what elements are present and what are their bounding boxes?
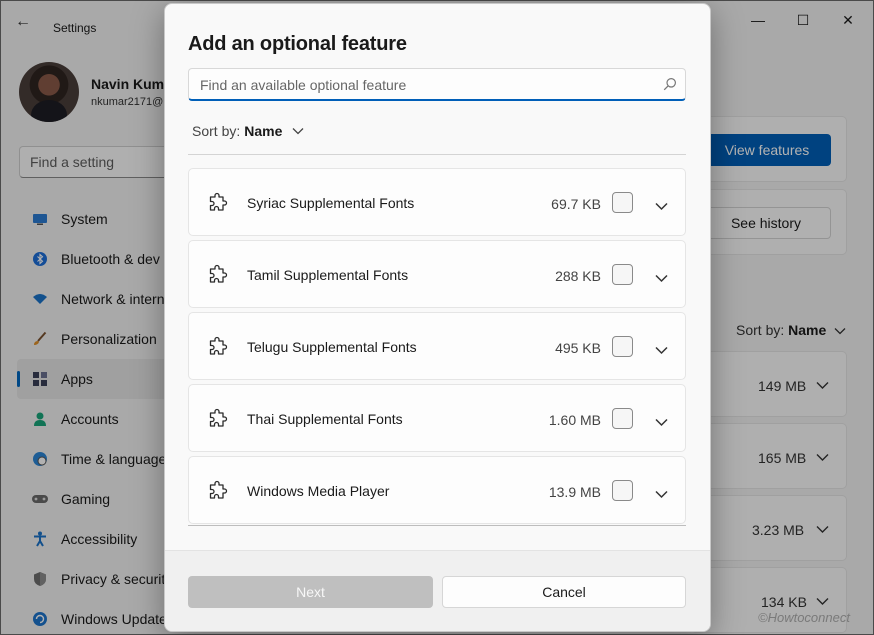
- feature-checkbox[interactable]: [612, 264, 633, 285]
- list-divider: [188, 154, 686, 155]
- feature-row[interactable]: Syriac Supplemental Fonts 69.7 KB: [188, 168, 686, 236]
- feature-row[interactable]: Telugu Supplemental Fonts 495 KB: [188, 312, 686, 380]
- feature-size: 288 KB: [555, 268, 601, 284]
- feature-size: 495 KB: [555, 340, 601, 356]
- next-button[interactable]: Next: [188, 576, 433, 608]
- feature-list: Syriac Supplemental Fonts 69.7 KB Tamil Su…: [188, 168, 686, 525]
- feature-name: Telugu Supplemental Fonts: [247, 339, 417, 355]
- chevron-down-icon[interactable]: [655, 198, 668, 211]
- cancel-button[interactable]: Cancel: [442, 576, 686, 608]
- puzzle-icon: [207, 192, 229, 214]
- puzzle-icon: [207, 408, 229, 430]
- chevron-down-icon[interactable]: [655, 342, 668, 355]
- feature-size: 1.60 MB: [548, 412, 601, 428]
- puzzle-icon: [207, 480, 229, 502]
- feature-search-input[interactable]: [189, 69, 649, 100]
- add-optional-feature-dialog: Add an optional feature Sort by: Name Sy…: [164, 3, 711, 632]
- feature-row[interactable]: Thai Supplemental Fonts 1.60 MB: [188, 384, 686, 452]
- sort-by-label: Sort by:: [192, 123, 241, 139]
- dialog-footer: Next Cancel: [165, 550, 710, 631]
- feature-name: Syriac Supplemental Fonts: [247, 195, 415, 211]
- feature-name: Windows Media Player: [247, 483, 390, 499]
- chevron-down-icon: [292, 128, 304, 135]
- feature-checkbox[interactable]: [612, 480, 633, 501]
- puzzle-icon: [207, 336, 229, 358]
- feature-list-scroll[interactable]: Syriac Supplemental Fonts 69.7 KB Tamil Su…: [188, 154, 686, 526]
- dialog-title: Add an optional feature: [188, 33, 407, 55]
- feature-row[interactable]: Windows Media Player 13.9 MB: [188, 456, 686, 524]
- chevron-down-icon[interactable]: [655, 486, 668, 499]
- feature-name: Thai Supplemental Fonts: [247, 411, 403, 427]
- search-icon[interactable]: [663, 77, 677, 91]
- sort-by-dropdown[interactable]: Sort by: Name: [192, 123, 304, 139]
- feature-search-box[interactable]: [188, 68, 686, 101]
- feature-name: Tamil Supplemental Fonts: [247, 267, 409, 283]
- puzzle-icon: [207, 264, 229, 286]
- chevron-down-icon[interactable]: [655, 414, 668, 427]
- feature-row[interactable]: Tamil Supplemental Fonts 288 KB: [188, 240, 686, 308]
- feature-size: 13.9 MB: [548, 484, 601, 500]
- feature-size: 69.7 KB: [551, 196, 601, 212]
- feature-checkbox[interactable]: [612, 192, 633, 213]
- feature-checkbox[interactable]: [612, 336, 633, 357]
- watermark: ©Howtoconnect: [758, 610, 850, 625]
- sort-by-value: Name: [244, 123, 283, 139]
- chevron-down-icon[interactable]: [655, 270, 668, 283]
- feature-checkbox[interactable]: [612, 408, 633, 429]
